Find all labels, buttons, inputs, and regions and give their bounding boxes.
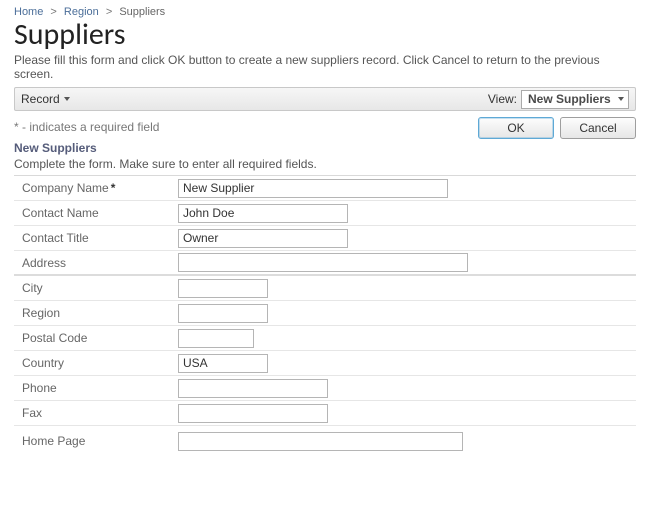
label-home-page: Home Page (14, 430, 178, 452)
page-instructions: Please fill this form and click OK butto… (14, 53, 636, 81)
row-country: Country (14, 351, 636, 376)
form: Company Name* Contact Name Contact Title… (14, 175, 636, 456)
breadcrumb-current: Suppliers (119, 6, 165, 18)
label-contact-name: Contact Name (14, 202, 178, 224)
phone-input[interactable] (178, 379, 328, 398)
row-fax: Fax (14, 401, 636, 426)
chevron-down-icon (64, 97, 70, 101)
postal-code-input[interactable] (178, 329, 254, 348)
row-home-page: Home Page (14, 426, 636, 456)
required-note: * - indicates a required field (14, 117, 159, 134)
required-star-icon: * (111, 181, 116, 195)
ok-button[interactable]: OK (478, 117, 554, 139)
company-name-input[interactable] (178, 179, 448, 198)
label-country: Country (14, 352, 178, 374)
region-input[interactable] (178, 304, 268, 323)
label-phone: Phone (14, 377, 178, 399)
row-contact-title: Contact Title (14, 226, 636, 251)
section-subtitle: Complete the form. Make sure to enter al… (14, 157, 636, 171)
section-title: New Suppliers (14, 141, 636, 155)
fax-input[interactable] (178, 404, 328, 423)
label-region: Region (14, 302, 178, 324)
page-title: Suppliers (14, 18, 636, 51)
view-select[interactable]: New Suppliers (521, 90, 629, 109)
address-input[interactable] (178, 253, 468, 272)
row-city: City (14, 276, 636, 301)
home-page-input[interactable] (178, 432, 463, 451)
label-fax: Fax (14, 402, 178, 424)
row-address: Address (14, 251, 636, 276)
label-city: City (14, 277, 178, 299)
label-company-name: Company Name* (14, 177, 178, 199)
record-menu-label: Record (21, 92, 60, 106)
label-address: Address (14, 252, 178, 274)
row-postal-code: Postal Code (14, 326, 636, 351)
row-company-name: Company Name* (14, 176, 636, 201)
chevron-down-icon (618, 97, 624, 101)
cancel-button[interactable]: Cancel (560, 117, 636, 139)
contact-title-input[interactable] (178, 229, 348, 248)
record-menu[interactable]: Record (21, 92, 70, 106)
city-input[interactable] (178, 279, 268, 298)
label-contact-title: Contact Title (14, 227, 178, 249)
view-area: View: New Suppliers (488, 90, 629, 109)
label-postal-code: Postal Code (14, 327, 178, 349)
toolbar: Record View: New Suppliers (14, 87, 636, 111)
contact-name-input[interactable] (178, 204, 348, 223)
view-select-value: New Suppliers (528, 92, 611, 106)
country-input[interactable] (178, 354, 268, 373)
label-text: Company Name (22, 181, 109, 195)
row-contact-name: Contact Name (14, 201, 636, 226)
view-label: View: (488, 92, 517, 106)
row-region: Region (14, 301, 636, 326)
row-phone: Phone (14, 376, 636, 401)
